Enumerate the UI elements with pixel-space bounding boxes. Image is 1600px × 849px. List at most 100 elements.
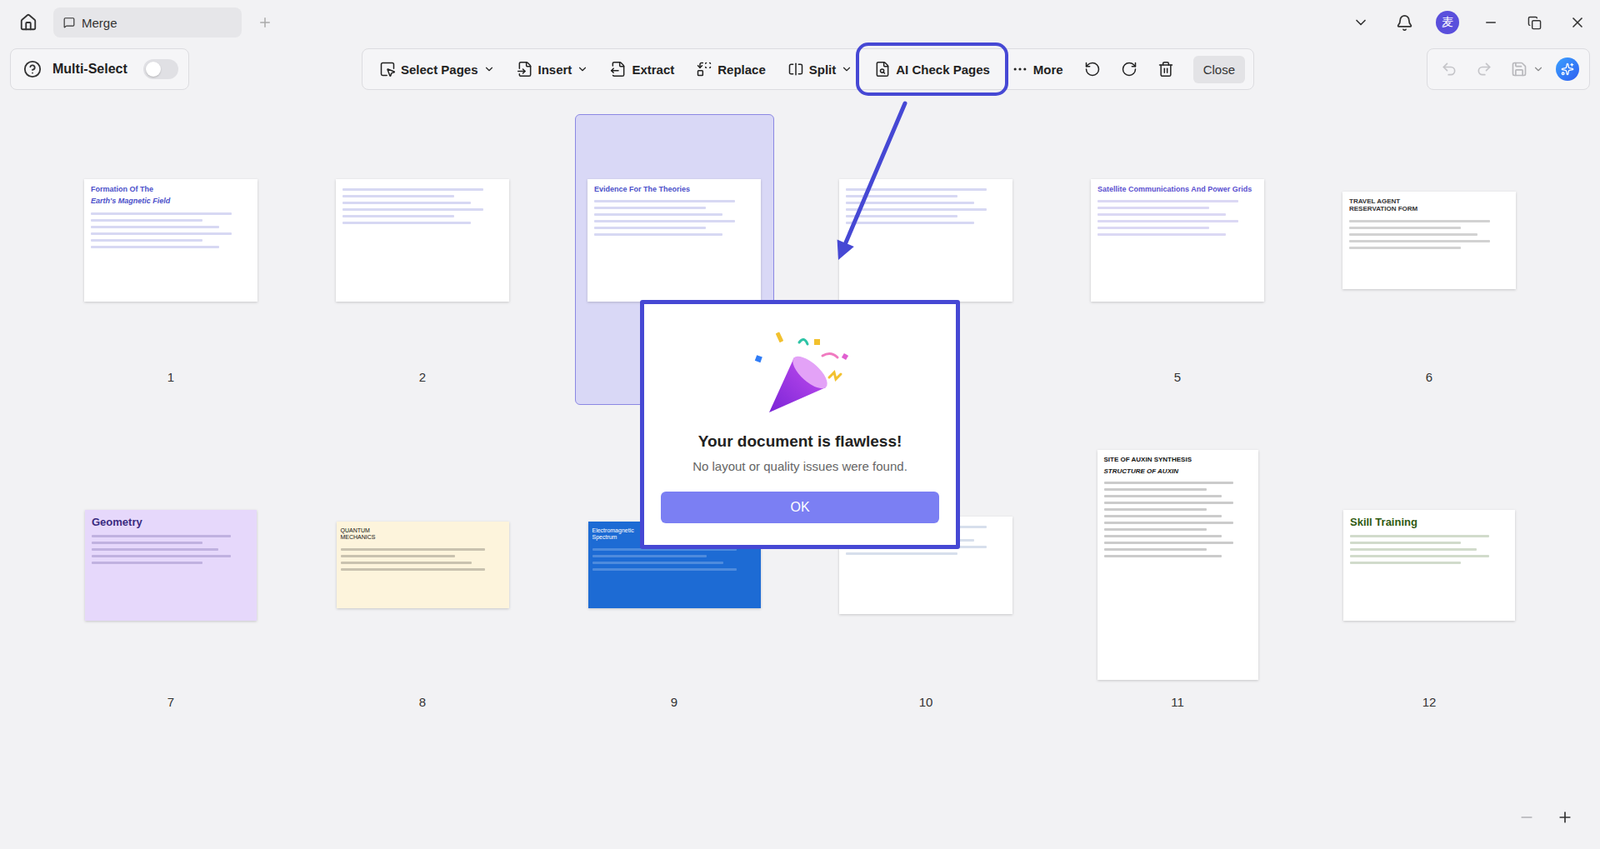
text-line [91, 555, 231, 558]
rotate-right-icon [1120, 60, 1138, 78]
page-8-preview: QUANTUM MECHANICS [336, 521, 510, 609]
page-number: 9 [670, 695, 678, 712]
page-thumbnail[interactable]: TRAVEL AGENT RESERVATION FORM6 [1330, 114, 1530, 405]
chevron-down-icon [1352, 14, 1370, 31]
rotate-right-button[interactable] [1113, 52, 1145, 86]
text-line [91, 535, 231, 538]
ok-button[interactable]: OK [660, 491, 940, 524]
ellipsis-icon [1011, 60, 1029, 78]
page-title: QUANTUM MECHANICS [340, 527, 391, 542]
text-line [90, 225, 220, 229]
document-tab[interactable]: Merge [53, 7, 242, 38]
page-number: 11 [1170, 695, 1185, 712]
text-line [340, 548, 485, 551]
text-line [90, 245, 220, 249]
text-line [342, 221, 471, 225]
text-line [592, 555, 708, 558]
page-number: 12 [1422, 695, 1437, 712]
text-line [594, 220, 735, 223]
page-title: TRAVEL AGENT RESERVATION FORM [1349, 197, 1421, 214]
page-7-preview: Geometry [85, 510, 257, 621]
text-line [1104, 508, 1208, 511]
minimize-button[interactable] [1479, 10, 1503, 35]
help-button[interactable] [20, 57, 45, 81]
page-thumbnail[interactable]: Satellite Communications And Power Grids… [1078, 114, 1278, 405]
ai-assistant-button[interactable] [1555, 57, 1580, 81]
text-line [340, 568, 485, 571]
multi-select-label: Multi-Select [52, 61, 128, 77]
undo-icon [1440, 60, 1458, 78]
text-line [1350, 541, 1461, 545]
page-number: 1 [167, 370, 175, 387]
text-line [845, 208, 987, 211]
menu-dropdown-button[interactable] [1349, 10, 1373, 35]
page-title: Electromagnetic Spectrum [592, 527, 643, 542]
close-button[interactable]: Close [1193, 55, 1245, 84]
more-button[interactable]: More [1003, 52, 1072, 86]
text-line [1350, 561, 1461, 565]
page-title: Geometry [91, 515, 250, 530]
restore-button[interactable] [1522, 10, 1546, 35]
text-line [1097, 220, 1239, 223]
text-line [340, 561, 473, 565]
replace-icon [695, 60, 713, 78]
close-window-button[interactable] [1565, 10, 1590, 35]
file-search-icon [874, 60, 891, 78]
rotate-left-button[interactable] [1076, 52, 1109, 86]
multi-select-toggle[interactable] [143, 59, 179, 80]
undo-button[interactable] [1437, 57, 1461, 81]
page-thumbnail[interactable]: SITE OF AUXIN SYNTHESISSTRUCTURE OF AUXI… [1078, 439, 1278, 730]
page-text-lines [342, 188, 503, 225]
text-line [845, 201, 975, 205]
page-number: 2 [419, 370, 426, 387]
minimize-icon [1483, 15, 1499, 30]
page-toolbar: Select PagesInsertExtractReplaceSplitAI … [361, 48, 1255, 90]
notifications-button[interactable] [1392, 10, 1416, 35]
page-thumbnail[interactable]: Geometry7 [71, 439, 271, 730]
text-line [91, 561, 203, 565]
page-thumbnail[interactable]: QUANTUM MECHANICS 8 [323, 439, 523, 730]
new-tab-button[interactable] [253, 10, 277, 35]
zoom-in-icon [1556, 809, 1574, 826]
ai-check-pages-button[interactable]: AI Check Pages [865, 52, 999, 86]
text-line [90, 232, 232, 235]
home-button[interactable] [16, 10, 40, 35]
text-line [90, 239, 203, 242]
zoom-out-icon [1518, 809, 1535, 826]
select-pages-button[interactable]: Select Pages [370, 52, 504, 86]
pointer-square-icon [379, 60, 396, 78]
split-square-icon [787, 60, 805, 78]
insert-button[interactable]: Insert [508, 52, 598, 86]
text-line [1349, 233, 1478, 236]
delete-button[interactable] [1150, 52, 1182, 86]
page-thumbnail[interactable]: Skill Training 12 [1330, 439, 1530, 730]
zoom-in-button[interactable] [1553, 805, 1577, 830]
account-avatar[interactable]: 麦 [1435, 10, 1460, 35]
save-button[interactable] [1507, 57, 1545, 81]
split-button[interactable]: Split [779, 52, 862, 86]
redo-button[interactable] [1472, 57, 1496, 81]
text-line [1097, 200, 1239, 203]
page-11-preview: SITE OF AUXIN SYNTHESISSTRUCTURE OF AUXI… [1097, 450, 1259, 680]
replace-button[interactable]: Replace [687, 52, 775, 86]
page-thumbnail[interactable]: Formation Of TheEarth's Magnetic Field1 [71, 114, 271, 405]
page-thumbnail[interactable]: 2 [323, 114, 523, 405]
text-line [1350, 535, 1490, 538]
multi-select-panel: Multi-Select [10, 48, 190, 90]
text-line [340, 555, 456, 558]
save-icon [1510, 60, 1528, 78]
zoom-out-button[interactable] [1515, 805, 1539, 830]
document-icon [63, 16, 75, 29]
text-line [592, 568, 737, 571]
extract-button[interactable]: Extract [601, 52, 683, 86]
page-number: 8 [419, 695, 426, 712]
page-text-lines [1350, 535, 1509, 565]
text-line [91, 548, 219, 551]
page-title: Evidence For The Theories [594, 185, 755, 195]
chevron-down-icon [576, 63, 589, 75]
page-text-lines [592, 548, 757, 571]
restore-icon [1527, 15, 1542, 30]
page-title: Satellite Communications And Power Grids [1097, 185, 1258, 195]
text-line [1104, 488, 1208, 491]
page-title: Skill Training [1350, 515, 1509, 530]
